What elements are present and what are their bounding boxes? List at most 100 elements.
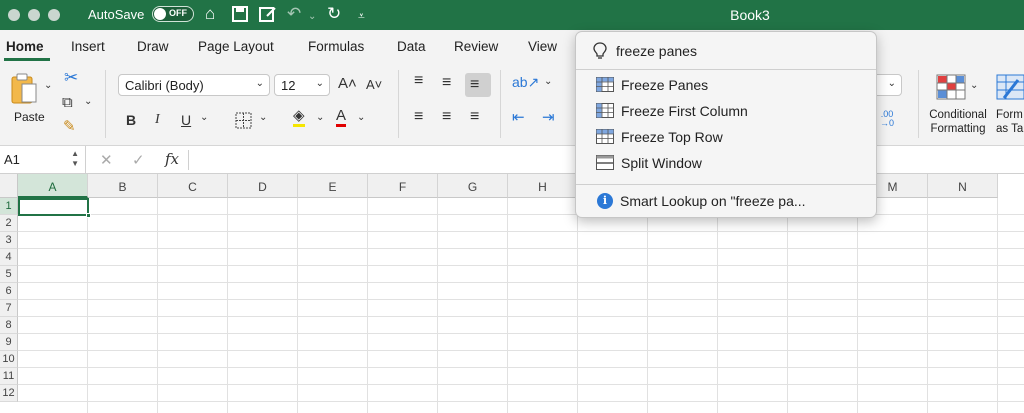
name-box-value: A1: [4, 152, 20, 167]
freeze-top-row-icon: [596, 129, 614, 144]
paste-icon[interactable]: [10, 72, 40, 106]
row-header-8[interactable]: 8: [0, 317, 18, 334]
tab-data[interactable]: Data: [397, 39, 426, 54]
split-window-icon: [596, 155, 614, 170]
format-painter-icon[interactable]: ✎: [63, 117, 76, 135]
column-header-a[interactable]: A: [18, 174, 88, 198]
fill-handle[interactable]: [86, 213, 91, 218]
increase-font-size-icon[interactable]: A˄: [338, 75, 357, 92]
row-header-5[interactable]: 5: [0, 266, 18, 283]
borders-options-icon[interactable]: ⌄: [259, 112, 267, 123]
format-as-table-label[interactable]: Form as Ta: [996, 108, 1024, 136]
row-header-2[interactable]: 2: [0, 215, 18, 232]
copy-icon[interactable]: ⧉: [62, 94, 73, 111]
align-top-icon[interactable]: ≡: [414, 72, 423, 90]
smart-lookup-item[interactable]: Smart Lookup on "freeze pa...: [620, 193, 806, 209]
grid-row-line: [18, 401, 1024, 402]
row-header-3[interactable]: 3: [0, 232, 18, 249]
cancel-entry-icon[interactable]: ✕: [100, 151, 113, 169]
font-color-icon[interactable]: A: [336, 108, 347, 127]
grid-row-line: [18, 231, 1024, 232]
name-box[interactable]: A1 ▲ ▼: [0, 146, 86, 174]
column-header-h[interactable]: H: [508, 174, 578, 198]
font-name-value: Calibri (Body): [125, 78, 204, 93]
column-header-g[interactable]: G: [438, 174, 508, 198]
font-name-dropdown[interactable]: Calibri (Body) ⌄: [118, 74, 270, 96]
select-all-corner[interactable]: [0, 174, 18, 198]
conditional-formatting-label[interactable]: Conditional Formatting: [923, 108, 993, 136]
underline-button[interactable]: U: [181, 112, 191, 128]
menu-item-split-window[interactable]: Split Window: [576, 150, 876, 176]
italic-button[interactable]: I: [155, 112, 160, 128]
align-right-icon[interactable]: ≡: [470, 108, 479, 126]
align-middle-icon[interactable]: ≡: [442, 74, 451, 92]
tab-insert[interactable]: Insert: [71, 39, 105, 54]
orientation-icon[interactable]: ab↗: [512, 74, 539, 91]
menu-item-freeze-top-row[interactable]: Freeze Top Row: [576, 124, 876, 150]
tab-home[interactable]: Home: [6, 39, 44, 54]
document-title: Book3: [730, 7, 770, 23]
tab-formulas[interactable]: Formulas: [308, 39, 364, 54]
lightbulb-icon: [593, 42, 607, 59]
menu-divider: [576, 184, 876, 185]
grid-row-line: [18, 316, 1024, 317]
row-header-9[interactable]: 9: [0, 334, 18, 351]
conditional-formatting-options-icon[interactable]: ⌄: [970, 80, 978, 91]
menu-item-freeze-first-column[interactable]: Freeze First Column: [576, 98, 876, 124]
column-header-d[interactable]: D: [228, 174, 298, 198]
copy-options-icon[interactable]: ⌄: [84, 96, 92, 107]
font-size-dropdown[interactable]: 12 ⌄: [274, 74, 330, 96]
fill-color-options-icon[interactable]: ⌄: [316, 112, 324, 123]
freeze-first-column-icon: [596, 103, 614, 118]
column-header-c[interactable]: C: [158, 174, 228, 198]
active-cell[interactable]: [18, 198, 89, 216]
increase-indent-icon[interactable]: ⇥: [542, 108, 555, 126]
decrease-indent-icon[interactable]: ⇤: [512, 108, 525, 126]
column-header-f[interactable]: F: [368, 174, 438, 198]
tab-review[interactable]: Review: [454, 39, 498, 54]
tab-view[interactable]: View: [528, 39, 557, 54]
smart-lookup-icon: i: [597, 193, 613, 209]
row-header-1[interactable]: 1: [0, 198, 18, 215]
grid-row-line: [18, 333, 1024, 334]
chevron-down-icon: ⌄: [315, 78, 324, 89]
ribbon-separator: [398, 70, 399, 138]
row-header-10[interactable]: 10: [0, 351, 18, 368]
tell-me-search-field[interactable]: freeze panes: [576, 32, 876, 70]
align-bottom-icon[interactable]: ≡: [470, 76, 479, 94]
insert-function-button[interactable]: fx: [165, 150, 179, 168]
grid-row-line: [18, 350, 1024, 351]
column-header-n[interactable]: N: [928, 174, 998, 198]
grid-row-line: [18, 299, 1024, 300]
row-header-4[interactable]: 4: [0, 249, 18, 266]
align-center-icon[interactable]: ≡: [442, 108, 451, 126]
search-query: freeze panes: [616, 43, 697, 59]
row-header-7[interactable]: 7: [0, 300, 18, 317]
row-header-11[interactable]: 11: [0, 368, 18, 385]
underline-options-icon[interactable]: ⌄: [200, 112, 208, 123]
paste-label: Paste: [14, 110, 45, 124]
column-header-e[interactable]: E: [298, 174, 368, 198]
align-left-icon[interactable]: ≡: [414, 108, 423, 126]
tab-page-layout[interactable]: Page Layout: [198, 39, 274, 54]
tab-draw[interactable]: Draw: [137, 39, 169, 54]
formula-bar-separator: [188, 150, 189, 170]
row-header-6[interactable]: 6: [0, 283, 18, 300]
column-header-b[interactable]: B: [88, 174, 158, 198]
borders-icon[interactable]: [235, 112, 252, 129]
cut-icon[interactable]: ✂: [64, 68, 78, 88]
bold-button[interactable]: B: [126, 112, 136, 128]
paste-options-icon[interactable]: ⌄: [44, 80, 52, 91]
confirm-entry-icon[interactable]: ✓: [132, 151, 145, 169]
orientation-options-icon[interactable]: ⌄: [544, 76, 552, 87]
conditional-formatting-icon[interactable]: [936, 74, 966, 100]
name-box-stepper-icon[interactable]: ▲ ▼: [71, 149, 79, 169]
fill-color-icon[interactable]: ◈: [293, 108, 305, 127]
format-as-table-icon[interactable]: [996, 74, 1024, 100]
font-color-options-icon[interactable]: ⌄: [357, 112, 365, 123]
grid-row-line: [18, 367, 1024, 368]
row-header-12[interactable]: 12: [0, 385, 18, 402]
decrease-decimal-icon[interactable]: .00 →0: [880, 110, 894, 128]
menu-item-freeze-panes[interactable]: Freeze Panes: [576, 72, 876, 98]
decrease-font-size-icon[interactable]: A˅: [366, 77, 382, 92]
